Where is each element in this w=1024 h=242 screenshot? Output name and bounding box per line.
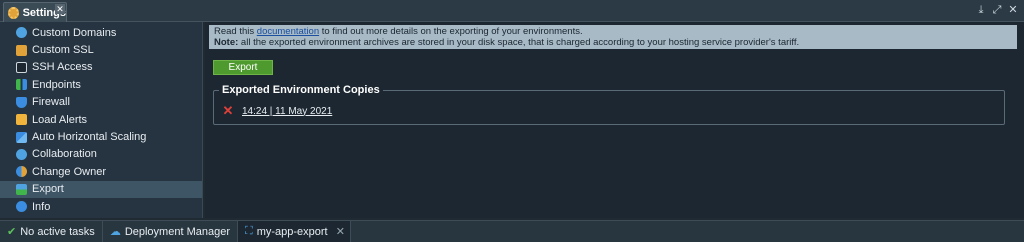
task-label: Deployment Manager — [124, 225, 230, 238]
check-icon: ✔ — [7, 226, 17, 238]
sidebar-item-change-owner[interactable]: Change Owner — [0, 163, 202, 180]
task-label: No active tasks — [20, 225, 95, 238]
gear-icon — [8, 6, 19, 19]
settings-sidebar: Custom Domains Custom SSL SSH Access End… — [0, 22, 203, 218]
alert-icon — [16, 114, 27, 126]
tab-close-icon[interactable]: ✕ — [55, 4, 65, 14]
sidebar-item-label: Firewall — [32, 96, 70, 109]
sidebar-item-auto-horizontal-scaling[interactable]: Auto Horizontal Scaling — [0, 128, 202, 145]
task-deployment-manager[interactable]: ☁ Deployment Manager — [103, 220, 238, 242]
certificate-icon — [16, 44, 27, 56]
sidebar-item-custom-domains[interactable]: Custom Domains — [0, 24, 202, 41]
environment-icon: ⛶ — [244, 225, 253, 237]
download-icon[interactable]: ⤓ — [976, 4, 986, 16]
export-icon — [16, 183, 27, 195]
scaling-icon — [16, 131, 27, 143]
sidebar-item-collaboration[interactable]: Collaboration — [0, 146, 202, 163]
globe-icon — [16, 27, 27, 39]
sidebar-item-label: Auto Horizontal Scaling — [32, 131, 147, 144]
tab-settings[interactable]: Settings ✕ — [3, 2, 67, 22]
export-copy-link[interactable]: 14:24 | 11 May 2021 — [242, 106, 332, 117]
documentation-link[interactable]: documentation — [257, 26, 319, 37]
export-notice: Read this documentation to find out more… — [209, 25, 1017, 49]
sidebar-item-label: Export — [32, 183, 64, 196]
sidebar-item-export[interactable]: Export — [0, 180, 202, 198]
sidebar-item-ssh-access[interactable]: SSH Access — [0, 59, 202, 76]
cloud-icon: ☁ — [109, 226, 121, 238]
task-my-app-export[interactable]: ⛶ my-app-export ✕ — [237, 220, 351, 242]
sidebar-item-label: Load Alerts — [32, 113, 88, 126]
sidebar-item-label: SSH Access — [32, 61, 93, 74]
delete-icon[interactable]: ✕ — [222, 104, 234, 117]
sidebar-item-label: Change Owner — [32, 165, 106, 178]
sidebar-item-load-alerts[interactable]: Load Alerts — [0, 111, 202, 128]
export-button[interactable]: Export — [213, 60, 273, 75]
sidebar-item-firewall[interactable]: Firewall — [0, 94, 202, 111]
sidebar-item-label: Info — [32, 200, 51, 213]
notice-text: to find out more details on the exportin… — [321, 26, 583, 37]
window-controls: ⤓ ⤢ ✕ — [976, 4, 1018, 16]
sidebar-item-endpoints[interactable]: Endpoints — [0, 76, 202, 93]
sidebar-item-info[interactable]: Info — [0, 198, 202, 215]
window-tab-bar: Settings ✕ ⤓ ⤢ ✕ — [0, 0, 1024, 22]
notice-text: Read this — [214, 26, 255, 37]
info-icon — [16, 201, 27, 213]
note-label: Note: — [214, 36, 239, 48]
list-item: ✕ 14:24 | 11 May 2021 — [222, 104, 333, 117]
sidebar-item-label: Collaboration — [32, 148, 97, 161]
change-owner-icon — [16, 166, 27, 178]
note-text: all the exported environment archives ar… — [240, 36, 800, 48]
close-icon[interactable]: ✕ — [1008, 4, 1018, 16]
task-label: my-app-export — [256, 225, 328, 238]
notice-line-2: Note: all the exported environment archi… — [214, 36, 1012, 49]
task-bar: ✔ No active tasks ☁ Deployment Manager ⛶… — [0, 220, 1024, 242]
sidebar-item-label: Custom SSL — [32, 44, 94, 57]
task-status[interactable]: ✔ No active tasks — [0, 220, 103, 242]
task-close-icon[interactable]: ✕ — [336, 225, 345, 238]
sidebar-item-custom-ssl[interactable]: Custom SSL — [0, 41, 202, 58]
sidebar-item-label: Endpoints — [32, 78, 81, 91]
export-panel: Read this documentation to find out more… — [205, 22, 1024, 218]
collaboration-icon — [16, 148, 27, 160]
sidebar-item-label: Custom Domains — [32, 26, 117, 39]
shield-icon — [16, 96, 27, 108]
exported-copies-group: Exported Environment Copies ✕ 14:24 | 11… — [213, 84, 1005, 125]
expand-icon[interactable]: ⤢ — [992, 4, 1002, 16]
exported-copies-legend: Exported Environment Copies — [219, 84, 383, 96]
endpoints-icon — [16, 79, 27, 91]
terminal-icon — [16, 61, 27, 73]
